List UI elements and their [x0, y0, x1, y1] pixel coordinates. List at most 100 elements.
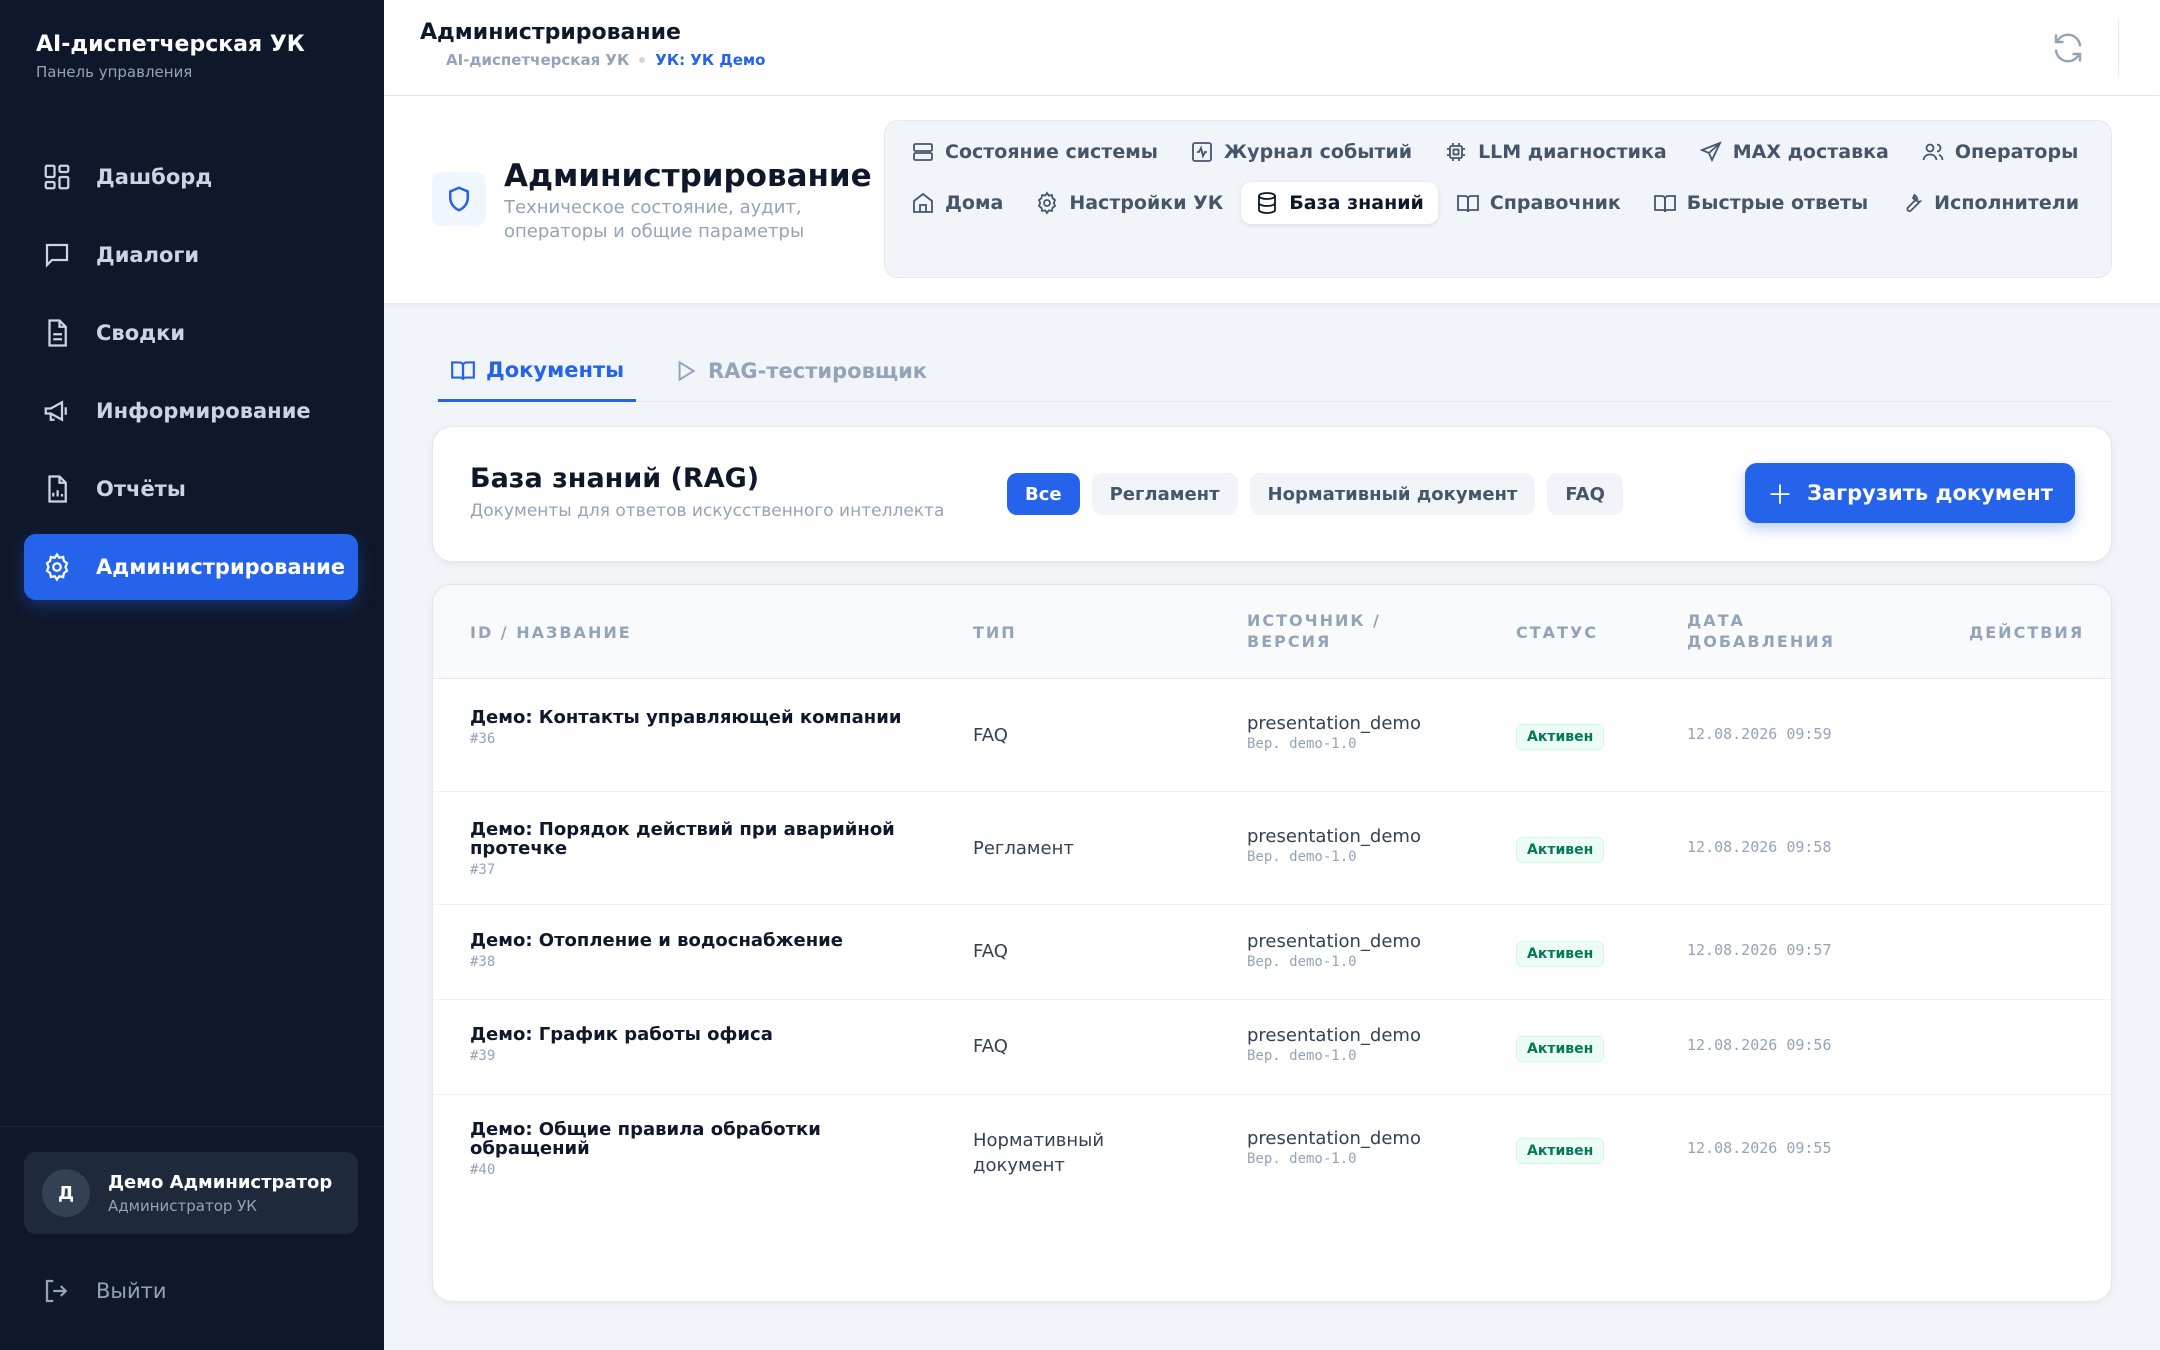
doc-date: 12.08.2026 09:56	[1687, 1036, 1832, 1054]
status-badge: Активен	[1516, 941, 1605, 967]
doc-source: presentation_demo	[1247, 713, 1421, 734]
doc-date: 12.08.2026 09:59	[1687, 725, 1832, 743]
sidebar-item-reports[interactable]: Отчёты	[24, 456, 358, 522]
admin-header: Администрирование Техническое состояние,…	[384, 96, 2160, 304]
logout-icon	[42, 1276, 72, 1306]
tab-label: Дома	[945, 192, 1004, 214]
doc-date: 12.08.2026 09:57	[1687, 941, 1832, 959]
dashboard-icon	[42, 162, 72, 192]
breadcrumb: AI-диспетчерская УК УК: УК Демо	[446, 51, 765, 69]
book-icon	[1456, 191, 1480, 215]
table-row[interactable]: Демо: Контакты управляющей компании #36 …	[433, 679, 2111, 792]
gear-icon	[42, 552, 72, 582]
tab-llm-diagnostics[interactable]: LLM диагностика	[1430, 131, 1681, 173]
logout-button[interactable]: Выйти	[42, 1276, 167, 1306]
sidebar-item-label: Информирование	[96, 399, 311, 423]
book-icon	[450, 357, 476, 383]
brand-title: AI-диспетчерская УК	[36, 32, 305, 57]
doc-type: FAQ	[973, 725, 1008, 746]
tab-system-status[interactable]: Состояние системы	[897, 131, 1172, 173]
doc-version: Вер. demo-1.0	[1247, 849, 1357, 865]
sidebar-nav: Дашборд Диалоги Сводки Информирование От…	[24, 144, 358, 612]
tab-label: Документы	[486, 357, 625, 382]
tab-label: Состояние системы	[945, 141, 1158, 163]
doc-type: Регламент	[973, 838, 1074, 859]
header-date: ДАТА ДОБАВЛЕНИЯ	[1687, 611, 1835, 651]
tab-rag-tester[interactable]: RAG-тестировщик	[660, 340, 939, 402]
doc-type: FAQ	[973, 941, 1008, 962]
tab-quick-replies[interactable]: Быстрые ответы	[1639, 182, 1882, 224]
sidebar: AI-диспетчерская УК Панель управления Да…	[0, 0, 384, 1350]
upload-document-button[interactable]: ＋ Загрузить документ	[1745, 463, 2075, 523]
sidebar-item-label: Отчёты	[96, 477, 186, 501]
brand: AI-диспетчерская УК Панель управления	[36, 32, 305, 81]
doc-type: FAQ	[973, 1036, 1008, 1057]
doc-source: presentation_demo	[1247, 1025, 1421, 1046]
sidebar-item-dialogs[interactable]: Диалоги	[24, 222, 358, 288]
tab-documents[interactable]: Документы	[438, 340, 637, 402]
doc-source: presentation_demo	[1247, 826, 1421, 847]
logout-label: Выйти	[96, 1279, 167, 1303]
refresh-button[interactable]	[2050, 30, 2086, 66]
tab-label: Операторы	[1954, 141, 2079, 163]
user-card[interactable]: Д Демо Администратор Администратор УК	[24, 1152, 358, 1234]
tab-directory[interactable]: Справочник	[1442, 182, 1635, 224]
home-icon	[911, 191, 935, 215]
send-icon	[1699, 140, 1723, 164]
users-icon	[1921, 140, 1945, 164]
doc-source: presentation_demo	[1247, 1128, 1421, 1149]
status-badge: Активен	[1516, 1036, 1605, 1062]
sidebar-divider	[0, 1126, 384, 1127]
status-badge: Активен	[1516, 724, 1605, 750]
tab-operators[interactable]: Операторы	[1907, 131, 2092, 173]
tab-event-log[interactable]: Журнал событий	[1176, 131, 1426, 173]
book-icon	[1653, 191, 1677, 215]
sidebar-item-dashboard[interactable]: Дашборд	[24, 144, 358, 210]
tab-max-delivery[interactable]: MAX доставка	[1685, 131, 1903, 173]
table-row[interactable]: Демо: Отопление и водоснабжение #38 FAQ …	[433, 905, 2111, 1000]
filter-faq[interactable]: FAQ	[1547, 473, 1623, 515]
wrench-icon	[1900, 191, 1924, 215]
chat-icon	[42, 240, 72, 270]
plus-icon: ＋	[1767, 480, 1794, 511]
tab-label: RAG-тестировщик	[708, 359, 928, 383]
table-row[interactable]: Демо: Порядок действий при аварийной про…	[433, 792, 2111, 905]
tab-houses[interactable]: Дома	[897, 182, 1017, 224]
tab-label: LLM диагностика	[1478, 141, 1667, 163]
user-role: Администратор УК	[108, 1196, 257, 1215]
doc-title: Демо: Общие правила обработки обращений	[470, 1119, 821, 1159]
tab-executors[interactable]: Исполнители	[1886, 182, 2093, 224]
sidebar-item-label: Сводки	[96, 321, 186, 345]
tab-label: Настройки УК	[1069, 192, 1224, 214]
sidebar-item-administration[interactable]: Администрирование	[24, 534, 358, 600]
doc-version: Вер. demo-1.0	[1247, 736, 1357, 752]
upload-label: Загрузить документ	[1807, 481, 2053, 505]
breadcrumb-current: УК: УК Демо	[655, 51, 766, 69]
admin-description: Техническое состояние, аудит, операторы …	[504, 197, 805, 242]
breadcrumb-item[interactable]: AI-диспетчерская УК	[446, 51, 629, 69]
sidebar-item-summaries[interactable]: Сводки	[24, 300, 358, 366]
admin-tabs: Состояние системы Журнал событий LLM диа…	[884, 120, 2112, 278]
brand-subtitle: Панель управления	[36, 63, 193, 81]
topbar-separator	[2118, 20, 2119, 76]
activity-icon	[1190, 140, 1214, 164]
table-row[interactable]: Демо: График работы офиса #39 FAQ presen…	[433, 1000, 2111, 1095]
database-icon	[1255, 191, 1279, 215]
sidebar-item-label: Администрирование	[96, 555, 346, 579]
filter-regulation[interactable]: Регламент	[1091, 473, 1238, 515]
doc-date: 12.08.2026 09:58	[1687, 838, 1832, 856]
document-icon	[42, 318, 72, 348]
filter-normative[interactable]: Нормативный документ	[1249, 473, 1536, 515]
filter-all[interactable]: Все	[1007, 473, 1080, 515]
tab-label: Исполнители	[1934, 192, 2080, 214]
tab-label: База знаний	[1289, 192, 1424, 214]
doc-title: Демо: Контакты управляющей компании	[470, 707, 902, 728]
sidebar-item-informing[interactable]: Информирование	[24, 378, 358, 444]
tab-uk-settings[interactable]: Настройки УК	[1021, 182, 1237, 224]
sidebar-item-label: Диалоги	[96, 243, 200, 267]
gear-icon	[1035, 191, 1059, 215]
tab-knowledge-base[interactable]: База знаний	[1241, 182, 1438, 224]
table-row[interactable]: Демо: Общие правила обработки обращений …	[433, 1095, 2111, 1208]
type-filters: Все Регламент Нормативный документ FAQ	[1007, 473, 1635, 515]
table-header: ID / НАЗВАНИЕ ТИП ИСТОЧНИК / ВЕРСИЯ СТАТ…	[433, 585, 2111, 679]
